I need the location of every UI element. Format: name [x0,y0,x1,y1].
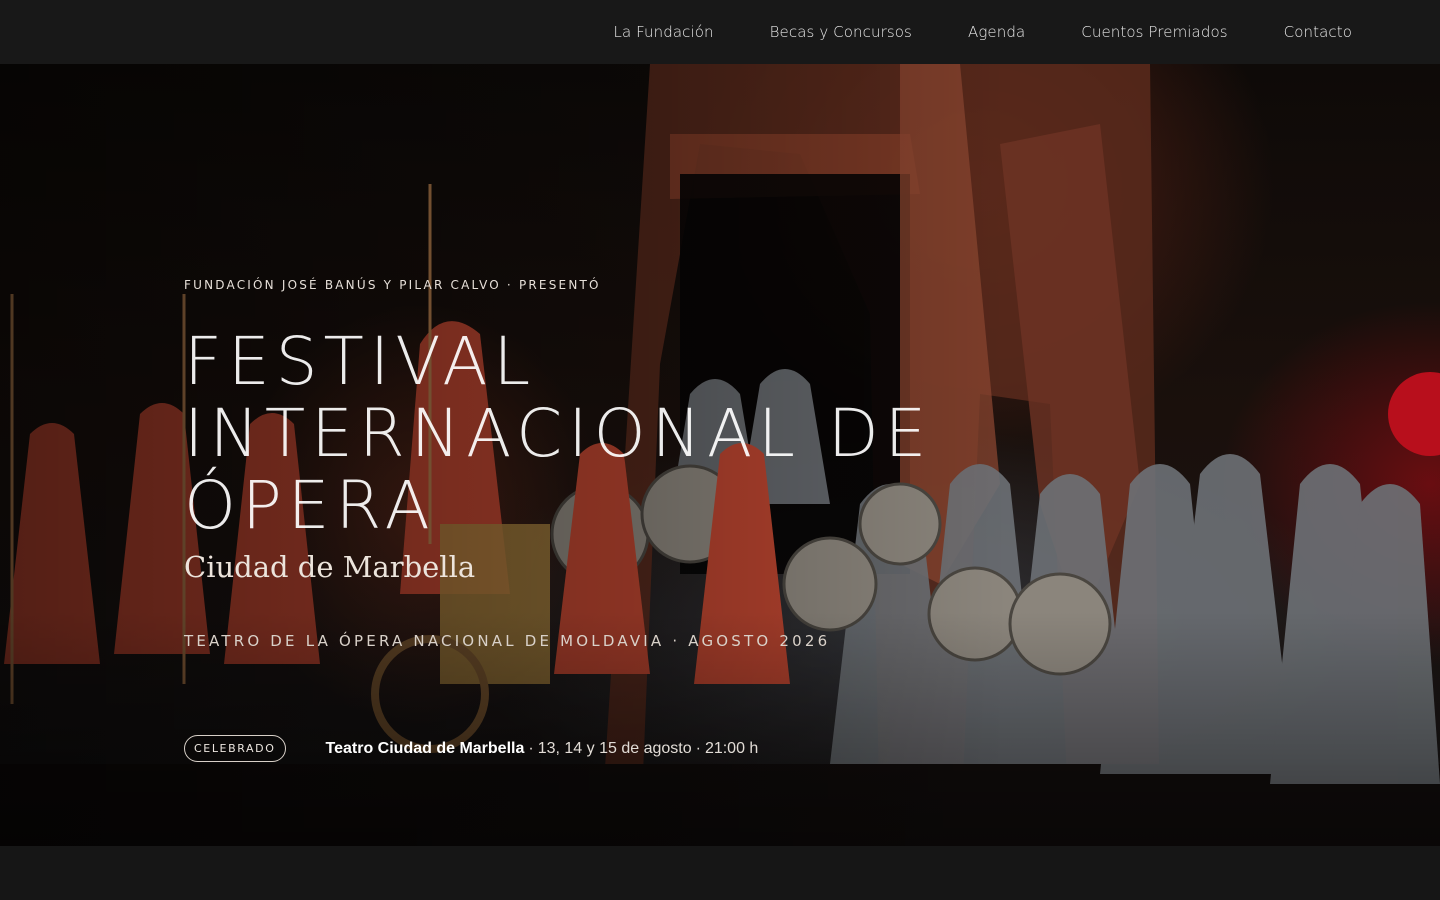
event-dates: 13, 14 y 15 de agosto [537,739,692,757]
nav-link-agenda[interactable]: Agenda [968,23,1025,41]
page-bottom-strip [0,846,1440,900]
hero-venue-line: TEATRO DE LA ÓPERA NACIONAL DE MOLDAVIA … [184,632,831,650]
nav-item-becas-y-concursos: Becas y Concursos [770,23,912,42]
nav-link-contacto[interactable]: Contacto [1284,23,1352,41]
nav-link-la-fundacion[interactable]: La Fundación [613,23,713,41]
nav-item-cuentos-premiados: Cuentos Premiados [1081,23,1227,42]
event-status-row: CELEBRADO Teatro Ciudad de Marbella · 13, … [184,735,758,762]
event-details: Teatro Ciudad de Marbella · 13, 14 y 15 de… [326,740,759,758]
event-place: Teatro Ciudad de Marbella [325,739,525,757]
hero-eyebrow: FUNDACIÓN JOSÉ BANÚS Y PILAR CALVO · PRE… [184,278,601,292]
nav-menu: La Fundación Becas y Concursos Agenda Cu… [557,0,1352,64]
nav-link-becas-y-concursos[interactable]: Becas y Concursos [770,23,912,41]
nav-item-contacto: Contacto [1284,23,1352,42]
nav-item-agenda: Agenda [968,23,1025,42]
top-navigation: La Fundación Becas y Concursos Agenda Cu… [0,0,1440,64]
nav-item-la-fundacion: La Fundación [613,23,713,42]
nav-link-cuentos-premiados[interactable]: Cuentos Premiados [1081,23,1227,41]
hero-section: FUNDACIÓN JOSÉ BANÚS Y PILAR CALVO · PRE… [0,64,1440,846]
separator: · [528,739,534,757]
separator: · [695,739,701,757]
status-badge: CELEBRADO [184,735,286,762]
hero-subtitle: Ciudad de Marbella [184,550,476,584]
event-time: 21:00 h [704,739,759,757]
page-title: FESTIVAL INTERNACIONAL DE ÓPERA [184,323,933,544]
